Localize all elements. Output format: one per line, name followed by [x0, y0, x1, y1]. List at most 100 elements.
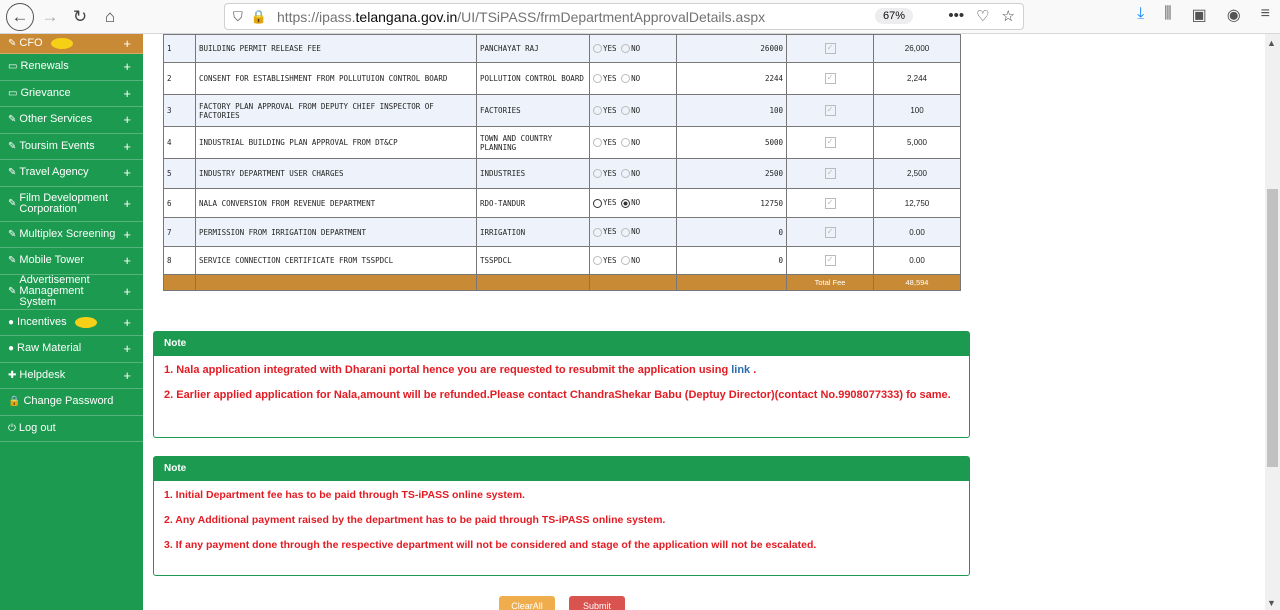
department-name: FACTORIES: [476, 94, 590, 127]
sidebar-item-travel-agency[interactable]: ✎ Travel Agency +: [0, 160, 143, 187]
fee-checkbox[interactable]: ✓: [786, 188, 874, 218]
sidebar-item-multiplex-screening[interactable]: ✎ Multiplex Screening +: [0, 222, 143, 248]
account-icon[interactable]: ◉: [1227, 5, 1241, 25]
yes-no-options: YES NO: [589, 188, 677, 218]
sidebar-item-advertisement[interactable]: ✎ Advertisement Management System +: [0, 275, 143, 310]
yes-radio[interactable]: [593, 256, 602, 266]
clear-all-button[interactable]: ClearAll: [499, 596, 555, 610]
approval-name: NALA CONVERSION FROM REVENUE DEPARTMENT: [195, 188, 477, 218]
yes-radio[interactable]: [593, 106, 602, 116]
yes-radio[interactable]: [593, 74, 602, 84]
no-label: NO: [631, 255, 641, 265]
sidebar-item-raw-material[interactable]: ● Raw Material +: [0, 336, 143, 363]
approval-name: INDUSTRIAL BUILDING PLAN APPROVAL FROM D…: [195, 126, 477, 159]
sidebar-item-grievance[interactable]: ▭ Grievance +: [0, 81, 143, 107]
fee-checkbox[interactable]: ✓: [786, 158, 874, 189]
expand-icon: +: [123, 196, 131, 211]
scroll-thumb[interactable]: [1267, 189, 1278, 467]
sidebar-item-log-out[interactable]: ⏻ Log out: [0, 416, 143, 442]
sidebar-item-renewals[interactable]: ▭ Renewals +: [0, 54, 143, 81]
lock-icon: 🔒: [8, 396, 21, 408]
no-radio[interactable]: [621, 138, 631, 148]
no-label: NO: [631, 105, 641, 115]
row-number: 3: [163, 94, 196, 127]
department-fee-table: 1 BUILDING PERMIT RELEASE FEE PANCHAYAT RA…: [163, 34, 961, 291]
menu-icon[interactable]: ≡: [1261, 5, 1270, 25]
yes-radio[interactable]: [593, 227, 602, 237]
sidebar-item-other-services[interactable]: ✎ Other Services +: [0, 107, 143, 134]
row-number: 5: [163, 158, 196, 189]
note-line: 1. Nala application integrated with Dhar…: [164, 364, 757, 376]
edit-icon: ✎: [8, 198, 17, 209]
fee-checkbox[interactable]: ✓: [786, 246, 874, 275]
address-bar[interactable]: ⛉ 🔒 https://ipass.telangana.gov.in/UI/TS…: [224, 3, 1024, 30]
sidebar-item-change-password[interactable]: 🔒 Change Password: [0, 389, 143, 416]
note-title: Note: [154, 457, 969, 481]
yes-radio[interactable]: [593, 44, 602, 54]
no-radio[interactable]: [621, 169, 631, 179]
expand-icon: +: [123, 165, 131, 181]
fee-checkbox[interactable]: ✓: [786, 34, 874, 63]
yes-label: YES: [603, 198, 617, 208]
row-number: 8: [163, 246, 196, 275]
fee-checkbox[interactable]: ✓: [786, 94, 874, 127]
page-scrollbar[interactable]: ▲ ▼: [1265, 34, 1280, 610]
note-line: 2. Any Additional payment raised by the …: [164, 514, 666, 526]
sidebar-item-mobile-tower[interactable]: ✎ Mobile Tower +: [0, 248, 143, 275]
home-button[interactable]: ⌂: [96, 3, 124, 31]
yes-label: YES: [603, 105, 617, 115]
scroll-down-icon[interactable]: ▼: [1267, 598, 1276, 608]
back-button[interactable]: ←: [6, 2, 34, 31]
library-icon[interactable]: ⫼: [1164, 5, 1171, 25]
no-label: NO: [631, 168, 641, 178]
department-name: POLLUTION CONTROL BOARD: [476, 62, 590, 95]
forward-button[interactable]: →: [36, 3, 64, 31]
yes-radio[interactable]: [593, 138, 602, 148]
yes-radio[interactable]: [593, 198, 602, 208]
sidebar-item-incentives[interactable]: ● Incentives +: [0, 310, 143, 336]
pocket-icon[interactable]: ♡: [976, 7, 989, 25]
no-radio[interactable]: [621, 44, 631, 54]
reload-button[interactable]: ↻: [66, 3, 94, 31]
no-radio[interactable]: [621, 106, 631, 116]
fee-amount: 12750: [676, 188, 787, 218]
no-radio[interactable]: [621, 256, 631, 266]
no-radio[interactable]: [621, 198, 631, 208]
checkmark-icon: ✓: [824, 137, 836, 148]
row-number: 4: [163, 126, 196, 159]
fee-total: 5,000: [873, 126, 961, 159]
fee-amount: 5000: [676, 126, 787, 159]
no-label: NO: [631, 198, 641, 208]
no-radio[interactable]: [621, 74, 631, 84]
sidebar-item-helpdesk[interactable]: ✚ Helpdesk +: [0, 363, 143, 389]
fee-checkbox[interactable]: ✓: [786, 126, 874, 159]
expand-icon: +: [123, 36, 131, 51]
sidebar-toggle-icon[interactable]: ▣: [1192, 5, 1207, 25]
note-line: 3. If any payment done through the respe…: [164, 539, 817, 551]
monitor-icon: ▭: [8, 87, 18, 99]
fee-checkbox[interactable]: ✓: [786, 62, 874, 95]
dharani-link[interactable]: link: [731, 364, 750, 376]
sidebar-item-cfo[interactable]: ✎ CFO +: [0, 34, 143, 54]
no-radio[interactable]: [621, 227, 631, 237]
sidebar-item-toursim-events[interactable]: ✎ Toursim Events +: [0, 134, 143, 160]
fee-checkbox[interactable]: ✓: [786, 217, 874, 247]
expand-icon: +: [123, 341, 131, 357]
more-actions-icon[interactable]: •••: [948, 7, 964, 25]
approval-name: INDUSTRY DEPARTMENT USER CHARGES: [195, 158, 477, 189]
yes-radio[interactable]: [593, 169, 602, 179]
submit-button[interactable]: Submit: [569, 596, 625, 610]
sidebar-item-film-development[interactable]: ✎ Film Development Corporation +: [0, 187, 143, 222]
download-icon[interactable]: ⤓: [1137, 5, 1144, 25]
fee-row: 4 INDUSTRIAL BUILDING PLAN APPROVAL FROM …: [163, 126, 961, 159]
zoom-level[interactable]: 67%: [874, 8, 913, 24]
approval-name: SERVICE CONNECTION CERTIFICATE FROM TSSP…: [195, 246, 477, 275]
scroll-up-icon[interactable]: ▲: [1267, 38, 1276, 48]
monitor-icon: ▭: [8, 61, 18, 73]
bookmark-star-icon[interactable]: ☆: [1002, 7, 1015, 25]
row-number: 6: [163, 188, 196, 218]
checkmark-icon: ✓: [824, 255, 836, 266]
note-line: 1. Initial Department fee has to be paid…: [164, 489, 525, 501]
expand-icon: +: [123, 59, 131, 75]
yes-no-options: YES NO: [589, 158, 677, 189]
